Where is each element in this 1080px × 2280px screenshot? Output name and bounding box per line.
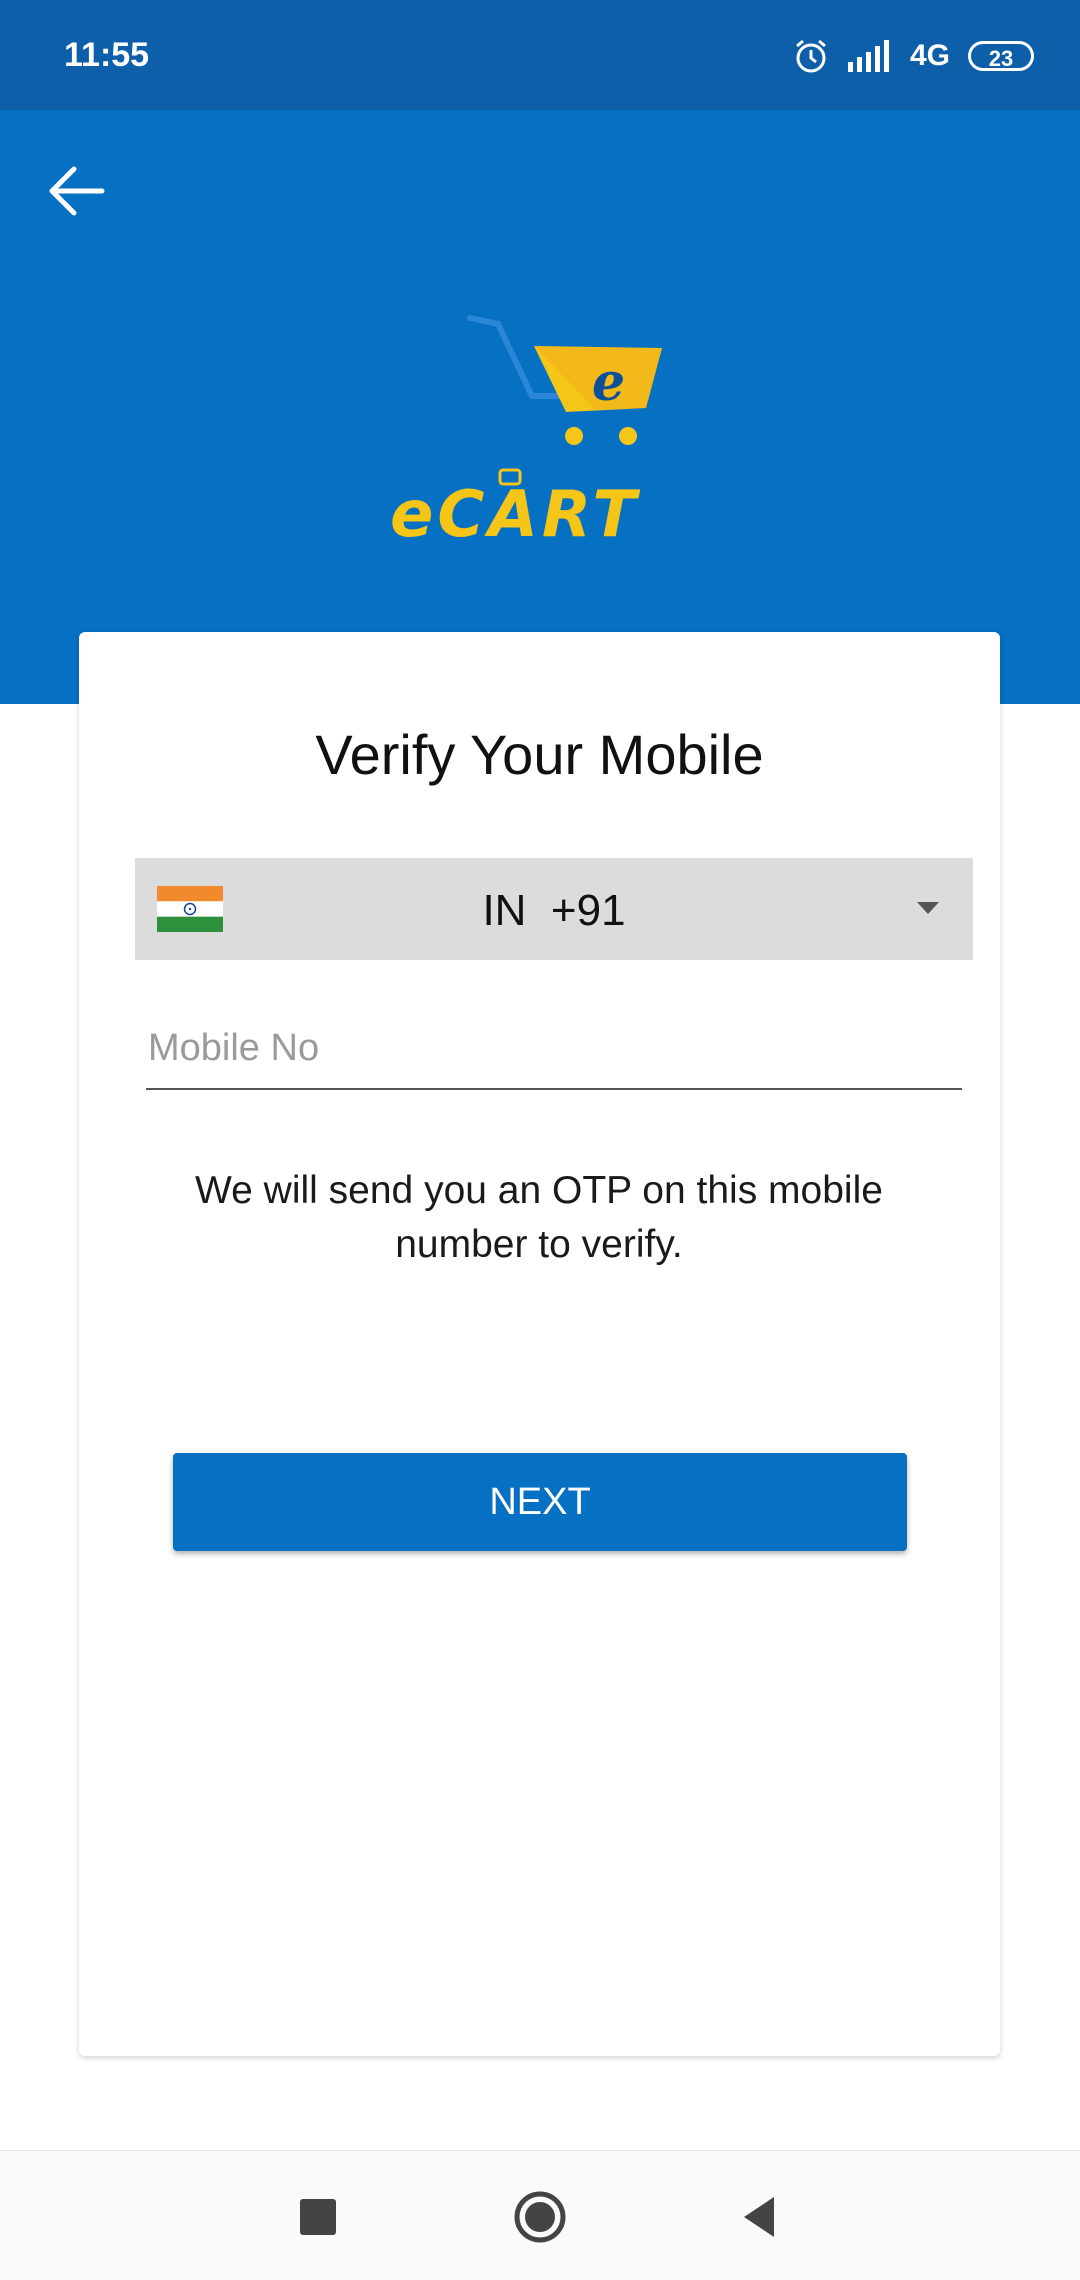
ecart-logo: e eCART: [390, 315, 662, 550]
arrow-left-icon[interactable]: [40, 155, 112, 227]
system-nav-bar: [0, 2150, 1080, 2280]
battery-icon: 23: [968, 41, 1034, 71]
chevron-down-icon: [917, 902, 939, 914]
next-button[interactable]: NEXT: [173, 1453, 907, 1551]
header: e eCART: [0, 110, 1080, 704]
verify-mobile-screen: 11:55 4G 23 e eCART Verify Your Mobile I…: [0, 0, 1080, 2280]
status-bar: 11:55 4G 23: [0, 0, 1080, 110]
logo-wordmark: eCART: [390, 478, 640, 550]
status-icons: 4G 23: [792, 36, 1034, 76]
recents-square-icon[interactable]: [290, 2189, 346, 2245]
page-title: Verify Your Mobile: [315, 723, 764, 786]
home-circle-icon[interactable]: [512, 2189, 568, 2245]
country-code-select[interactable]: IN +91: [135, 858, 973, 960]
alarm-icon: [796, 39, 826, 73]
back-triangle-icon[interactable]: [734, 2189, 790, 2245]
verify-card: Verify Your Mobile IN +91 We will send y…: [79, 632, 1000, 2056]
mobile-number-input[interactable]: [146, 1016, 962, 1090]
svg-text:e: e: [592, 352, 625, 413]
signal-icon: [847, 40, 889, 72]
status-time: 11:55: [64, 36, 150, 74]
network-type: 4G: [909, 39, 950, 72]
otp-hint-text: We will send you an OTP on this mobile n…: [195, 1169, 883, 1266]
country-code-value: IN +91: [482, 886, 626, 935]
